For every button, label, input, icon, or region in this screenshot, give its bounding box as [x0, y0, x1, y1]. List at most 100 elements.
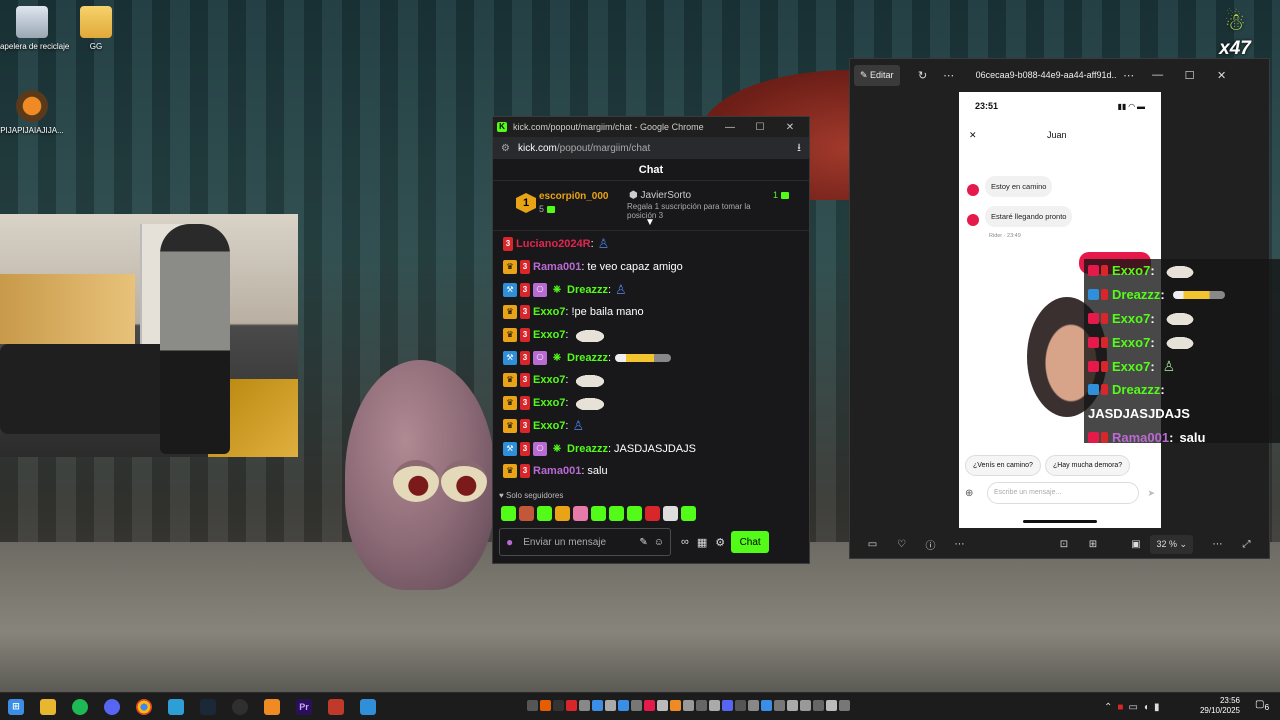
- chat-username[interactable]: Exxo7: [533, 420, 565, 432]
- filmstrip-icon[interactable]: ▭: [858, 539, 887, 550]
- subscriber-badge-icon[interactable]: 3: [520, 396, 530, 411]
- chat-username[interactable]: Dreazzz: [567, 443, 608, 455]
- subscriber-badge-icon[interactable]: 3: [520, 464, 530, 479]
- tray-icon[interactable]: [670, 700, 681, 711]
- tray-icon[interactable]: [787, 700, 798, 711]
- taskbar-app[interactable]: [352, 693, 384, 720]
- taskbar-explorer[interactable]: [32, 693, 64, 720]
- gift-badge-icon[interactable]: ⎔: [533, 441, 547, 456]
- tray-icon[interactable]: [644, 700, 655, 711]
- tray-icon[interactable]: [800, 700, 811, 711]
- close-button[interactable]: ✕: [1206, 69, 1238, 82]
- minimize-button[interactable]: —: [1142, 69, 1174, 81]
- moderator-badge-icon[interactable]: ⚒: [503, 282, 517, 297]
- emote-button[interactable]: [501, 506, 516, 521]
- minimize-button[interactable]: —: [715, 122, 745, 133]
- emote-button[interactable]: [519, 506, 534, 521]
- moderator-badge-icon[interactable]: ⚒: [503, 350, 517, 365]
- url-text[interactable]: kick.com/popout/margiim/chat: [518, 143, 797, 154]
- tray-icon[interactable]: [540, 700, 551, 711]
- leaderboard-top-user[interactable]: escorpi0n_000: [539, 191, 609, 202]
- desktop-icon-folder[interactable]: GG: [56, 6, 136, 52]
- subscriber-badge-icon[interactable]: 3: [520, 305, 530, 320]
- desktop-icon-fl-studio[interactable]: PIJAPIJAIAJIJA...: [0, 90, 72, 136]
- emote-button[interactable]: [663, 506, 678, 521]
- leaderboard-second-user[interactable]: ⬢ JavierSorto: [629, 190, 691, 201]
- site-settings-icon[interactable]: ⚙: [501, 143, 510, 154]
- subscriber-badge-icon[interactable]: 3: [520, 350, 530, 365]
- emote-button[interactable]: [555, 506, 570, 521]
- favorite-icon[interactable]: ♡: [887, 539, 916, 550]
- subscriber-badge-icon[interactable]: 3: [520, 373, 530, 388]
- taskbar-spotify[interactable]: [64, 693, 96, 720]
- taskbar-discord[interactable]: [96, 693, 128, 720]
- gift-badge-icon[interactable]: ⎔: [533, 350, 547, 365]
- tray-icon[interactable]: [761, 700, 772, 711]
- crown-badge-icon[interactable]: ♛: [503, 373, 517, 388]
- settings-icon[interactable]: ⚙: [715, 536, 725, 549]
- info-icon[interactable]: ⓘ: [916, 537, 945, 552]
- notification-center[interactable]: ▢6: [1255, 699, 1269, 712]
- collapse-icon[interactable]: ▼: [645, 217, 655, 228]
- emote-button[interactable]: [645, 506, 660, 521]
- taskbar-app[interactable]: [320, 693, 352, 720]
- tray-icon[interactable]: [527, 700, 538, 711]
- tray-icon[interactable]: [696, 700, 707, 711]
- chat-username[interactable]: Dreazzz: [567, 352, 608, 364]
- subscriber-badge-icon[interactable]: 3: [520, 260, 530, 275]
- download-icon[interactable]: ⭳: [797, 139, 801, 158]
- taskbar-app[interactable]: [160, 693, 192, 720]
- taskbar-steam[interactable]: [192, 693, 224, 720]
- subscriber-badge-icon[interactable]: 3: [520, 418, 530, 433]
- tray-icon[interactable]: [735, 700, 746, 711]
- maximize-button[interactable]: ☐: [745, 122, 775, 133]
- tray-icon[interactable]: [566, 700, 577, 711]
- close-button[interactable]: ✕: [775, 122, 805, 133]
- chat-username[interactable]: Exxo7: [533, 306, 565, 318]
- subscriber-badge-icon[interactable]: 3: [520, 328, 530, 343]
- more-options-icon[interactable]: ⋯: [1203, 539, 1232, 550]
- rotate-icon[interactable]: ↻: [910, 69, 936, 82]
- taskbar-fl-studio[interactable]: [256, 693, 288, 720]
- crown-badge-icon[interactable]: ♛: [503, 418, 517, 433]
- emote-button[interactable]: [573, 506, 588, 521]
- tray-icon[interactable]: [839, 700, 850, 711]
- emote-button[interactable]: [591, 506, 606, 521]
- translate-icon[interactable]: ✎: [639, 537, 647, 548]
- tray-icon[interactable]: [631, 700, 642, 711]
- visual-search-icon[interactable]: ⊞: [1078, 539, 1107, 550]
- crown-badge-icon[interactable]: ♛: [503, 328, 517, 343]
- network-icon[interactable]: ▭: [1128, 702, 1137, 713]
- drop-badge-icon[interactable]: ⎈: [550, 283, 564, 297]
- tray-icon[interactable]: [709, 700, 720, 711]
- chat-username[interactable]: Exxo7: [533, 329, 565, 341]
- subscriber-badge-icon[interactable]: 3: [503, 237, 513, 252]
- tray-icon[interactable]: [553, 700, 564, 711]
- tray-icon[interactable]: [592, 700, 603, 711]
- crown-badge-icon[interactable]: ♛: [503, 305, 517, 320]
- tray-icon[interactable]: [683, 700, 694, 711]
- tray-icon[interactable]: [774, 700, 785, 711]
- chat-username[interactable]: Rama001: [533, 465, 581, 477]
- taskbar-clock[interactable]: 23:56 29/10/2025: [1196, 696, 1240, 716]
- tray-icon[interactable]: [657, 700, 668, 711]
- tray-icon[interactable]: [748, 700, 759, 711]
- chat-username[interactable]: Luciano2024R: [516, 238, 591, 250]
- more-options-icon[interactable]: ⋯: [936, 69, 962, 82]
- channel-points-icon[interactable]: ∞: [681, 536, 689, 548]
- emoji-icon[interactable]: ☺: [654, 537, 664, 548]
- tray-icon[interactable]: [813, 700, 824, 711]
- tray-icon[interactable]: [579, 700, 590, 711]
- chat-username[interactable]: Exxo7: [533, 374, 565, 386]
- emote-button[interactable]: [627, 506, 642, 521]
- microphone-icon[interactable]: ●: [506, 535, 513, 549]
- fullscreen-icon[interactable]: ⤢: [1232, 539, 1261, 550]
- taskbar-premiere[interactable]: Pr: [288, 693, 320, 720]
- emote-button[interactable]: [609, 506, 624, 521]
- chat-username[interactable]: Rama001: [533, 261, 581, 273]
- chat-username[interactable]: Dreazzz: [567, 284, 608, 296]
- tray-icon[interactable]: [722, 700, 733, 711]
- more-options-icon[interactable]: ⋯: [945, 539, 974, 550]
- start-button[interactable]: ⊞: [0, 693, 32, 720]
- volume-icon[interactable]: ◖: [1143, 702, 1149, 713]
